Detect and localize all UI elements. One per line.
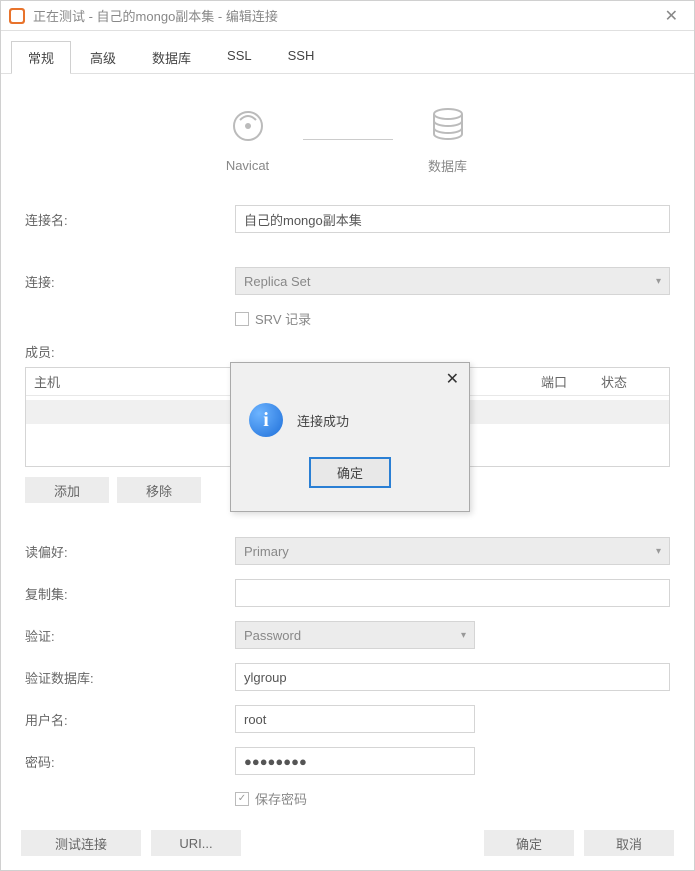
label-conn-name: 连接名: — [25, 210, 235, 229]
info-icon: i — [249, 403, 283, 437]
label-password: 密码: — [25, 752, 235, 771]
tab-advanced[interactable]: 高级 — [73, 41, 133, 73]
tab-databases[interactable]: 数据库 — [135, 41, 208, 73]
label-auth: 验证: — [25, 626, 235, 645]
database-header: 数据库 — [423, 104, 473, 175]
dialog-message: 连接成功 — [297, 411, 349, 430]
test-connection-button[interactable]: 测试连接 — [21, 830, 141, 856]
members-label: 成员: — [25, 342, 670, 361]
window-title: 正在测试 - 自己的mongo副本集 - 编辑连接 — [33, 6, 657, 25]
ok-button[interactable]: 确定 — [484, 830, 574, 856]
remove-button[interactable]: 移除 — [117, 477, 201, 503]
tabs: 常规 高级 数据库 SSL SSH — [1, 31, 694, 74]
connector-line — [303, 139, 393, 140]
auth-value: Password — [244, 628, 301, 643]
label-conn: 连接: — [25, 272, 235, 291]
chevron-down-icon: ▾ — [656, 546, 661, 557]
label-replica-set: 复制集: — [25, 584, 235, 603]
uri-button[interactable]: URI... — [151, 830, 241, 856]
auth-db-input[interactable] — [235, 663, 670, 691]
tab-ssh[interactable]: SSH — [271, 41, 332, 73]
auth-select[interactable]: Password ▾ — [235, 621, 475, 649]
conn-type-select[interactable]: Replica Set ▾ — [235, 267, 670, 295]
chevron-down-icon: ▾ — [656, 276, 661, 287]
tab-general[interactable]: 常规 — [11, 41, 71, 73]
srv-checkbox[interactable] — [235, 312, 249, 326]
col-status: 状态 — [601, 372, 661, 391]
srv-label: SRV 记录 — [255, 309, 311, 328]
label-read-pref: 读偏好: — [25, 542, 235, 561]
save-password-label: 保存密码 — [255, 789, 307, 808]
database-icon — [423, 104, 473, 144]
label-auth-db: 验证数据库: — [25, 668, 235, 687]
titlebar: 正在测试 - 自己的mongo副本集 - 编辑连接 ✕ — [1, 1, 694, 31]
navicat-label: Navicat — [226, 158, 269, 173]
footer: 测试连接 URI... 确定 取消 — [1, 820, 694, 870]
dialog-ok-button[interactable]: 确定 — [309, 457, 391, 488]
database-label: 数据库 — [428, 156, 467, 175]
chevron-down-icon: ▾ — [461, 630, 466, 641]
replica-set-input[interactable] — [235, 579, 670, 607]
conn-type-value: Replica Set — [244, 274, 310, 289]
message-dialog: ✕ i 连接成功 确定 — [230, 362, 470, 512]
add-button[interactable]: 添加 — [25, 477, 109, 503]
label-username: 用户名: — [25, 710, 235, 729]
tab-ssl[interactable]: SSL — [210, 41, 269, 73]
save-password-checkbox[interactable]: ✓ — [235, 792, 249, 806]
read-pref-value: Primary — [244, 544, 289, 559]
username-input[interactable] — [235, 705, 475, 733]
navicat-icon — [223, 106, 273, 146]
password-input[interactable] — [235, 747, 475, 775]
app-icon — [9, 8, 25, 24]
header-graphic: Navicat 数据库 — [25, 104, 670, 175]
dialog-close-icon[interactable]: ✕ — [446, 369, 459, 389]
navicat-header: Navicat — [223, 106, 273, 173]
col-port: 端口 — [541, 372, 601, 391]
cancel-button[interactable]: 取消 — [584, 830, 674, 856]
close-icon[interactable]: ✕ — [657, 6, 686, 26]
conn-name-input[interactable] — [235, 205, 670, 233]
read-pref-select[interactable]: Primary ▾ — [235, 537, 670, 565]
